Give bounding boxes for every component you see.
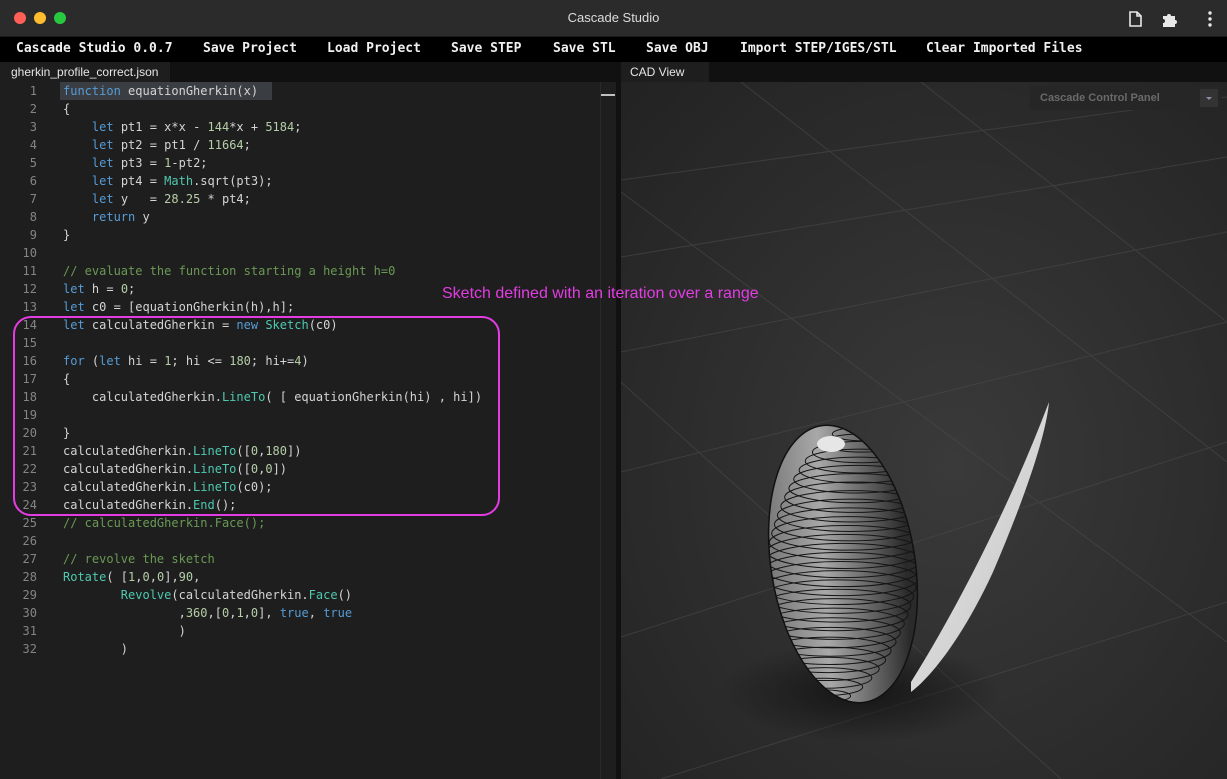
line-source: ) [63,624,186,638]
line-number: 10 [22,246,37,260]
line-source: let pt4 = Math.sqrt(pt3); [91,174,273,188]
control-panel-label: Cascade Control Panel [1040,92,1160,104]
line-source: let y = 28.25 * pt4; [91,192,251,206]
line-number: 2 [29,102,37,116]
line-number: 26 [22,534,37,548]
annotation-highlight-box [13,316,500,516]
line-source: ,360,[0,1,0], true, true [63,606,353,620]
line-source: Rotate( [1,0,0],90, [63,570,201,584]
line-source: let c0 = [equationGherkin(h),h]; [63,300,295,314]
more-vertical-icon[interactable] [1200,9,1220,29]
line-source: let pt1 = x*x - 144*x + 5184; [91,120,302,134]
code-line[interactable]: 27 // revolve the sketch [0,550,600,568]
menu-save-stl[interactable]: Save STL [553,41,616,56]
cad-scene [621,82,1227,779]
code-line[interactable]: 8 return y [0,208,600,226]
line-number: 8 [29,210,37,224]
code-line[interactable]: 26 [0,532,600,550]
line-source: { [63,102,71,116]
line-source: } [63,228,71,242]
line-number: 7 [29,192,37,206]
title-bar: Cascade Studio [0,0,1227,37]
document-icon[interactable] [1125,9,1145,29]
menu-import-step-iges-stl[interactable]: Import STEP/IGES/STL [740,41,897,56]
code-line[interactable]: 7 let y = 28.25 * pt4; [0,190,600,208]
line-source: let pt2 = pt1 / 11664; [91,138,251,152]
code-line[interactable]: 30 ,360,[0,1,0], true, true [0,604,600,622]
editor-scrollbar[interactable] [600,82,616,779]
code-line[interactable]: 1 function equationGherkin(x) [0,82,600,100]
code-line[interactable]: 2{ [0,100,600,118]
cad-viewport[interactable] [621,82,1227,779]
line-number: 30 [22,606,37,620]
code-line[interactable]: 32 ) [0,640,600,658]
line-source: Revolve(calculatedGherkin.Face() [120,588,353,602]
menu-save-step[interactable]: Save STEP [451,41,521,56]
line-number: 3 [29,120,37,134]
menu-clear-imported-files[interactable]: Clear Imported Files [926,41,1083,56]
scrollbar-position-marker [601,94,615,96]
line-source: // evaluate the function starting a heig… [63,264,396,278]
line-number: 25 [22,516,37,530]
line-source: // revolve the sketch [63,552,215,566]
cascade-control-panel[interactable]: Cascade Control Panel [1030,86,1222,110]
menu-bar: Cascade Studio 0.0.7 Save Project Load P… [0,37,1227,62]
menu-app-name[interactable]: Cascade Studio 0.0.7 [16,41,173,56]
menu-save-obj[interactable]: Save OBJ [646,41,709,56]
menu-save-project[interactable]: Save Project [203,41,297,56]
code-line[interactable]: 25 // calculatedGherkin.Face(); [0,514,600,532]
line-number: 1 [29,84,37,98]
line-number: 12 [22,282,37,296]
line-number: 28 [22,570,37,584]
line-number: 31 [22,624,37,638]
line-number: 13 [22,300,37,314]
chevron-down-icon [1206,97,1212,100]
line-source: function equationGherkin(x) [63,84,259,98]
line-number: 11 [22,264,37,278]
tab-row: gherkin_profile_correct.json CAD View [0,62,1227,82]
code-line[interactable]: 3 let pt1 = x*x - 144*x + 5184; [0,118,600,136]
code-line[interactable]: 9} [0,226,600,244]
line-source: let pt3 = 1-pt2; [91,156,208,170]
line-number: 9 [29,228,37,242]
puzzle-extension-icon[interactable] [1160,9,1180,29]
line-number: 5 [29,156,37,170]
line-source: ) [63,642,129,656]
line-number: 4 [29,138,37,152]
annotation-text: Sketch defined with an iteration over a … [442,285,759,302]
line-number: 29 [22,588,37,602]
tab-editor-file[interactable]: gherkin_profile_correct.json [0,62,170,82]
code-line[interactable]: 28 Rotate( [1,0,0],90, [0,568,600,586]
window-title: Cascade Studio [567,10,660,25]
line-number: 27 [22,552,37,566]
gherkin-tip-highlight [817,436,845,452]
code-line[interactable]: 31 ) [0,622,600,640]
code-line[interactable]: 11 // evaluate the function starting a he… [0,262,600,280]
line-source: // calculatedGherkin.Face(); [63,516,266,530]
code-line[interactable]: 4 let pt2 = pt1 / 11664; [0,136,600,154]
code-line[interactable]: 6 let pt4 = Math.sqrt(pt3); [0,172,600,190]
line-source: let h = 0; [63,282,136,296]
line-number: 6 [29,174,37,188]
control-panel-toggle[interactable] [1200,89,1218,107]
code-line[interactable]: 5 let pt3 = 1-pt2; [0,154,600,172]
tab-cad-view[interactable]: CAD View [621,62,709,82]
code-line[interactable]: 29 Revolve(calculatedGherkin.Face() [0,586,600,604]
line-source: return y [91,210,150,224]
code-line[interactable]: 10 [0,244,600,262]
line-number: 32 [22,642,37,656]
menu-load-project[interactable]: Load Project [327,41,421,56]
